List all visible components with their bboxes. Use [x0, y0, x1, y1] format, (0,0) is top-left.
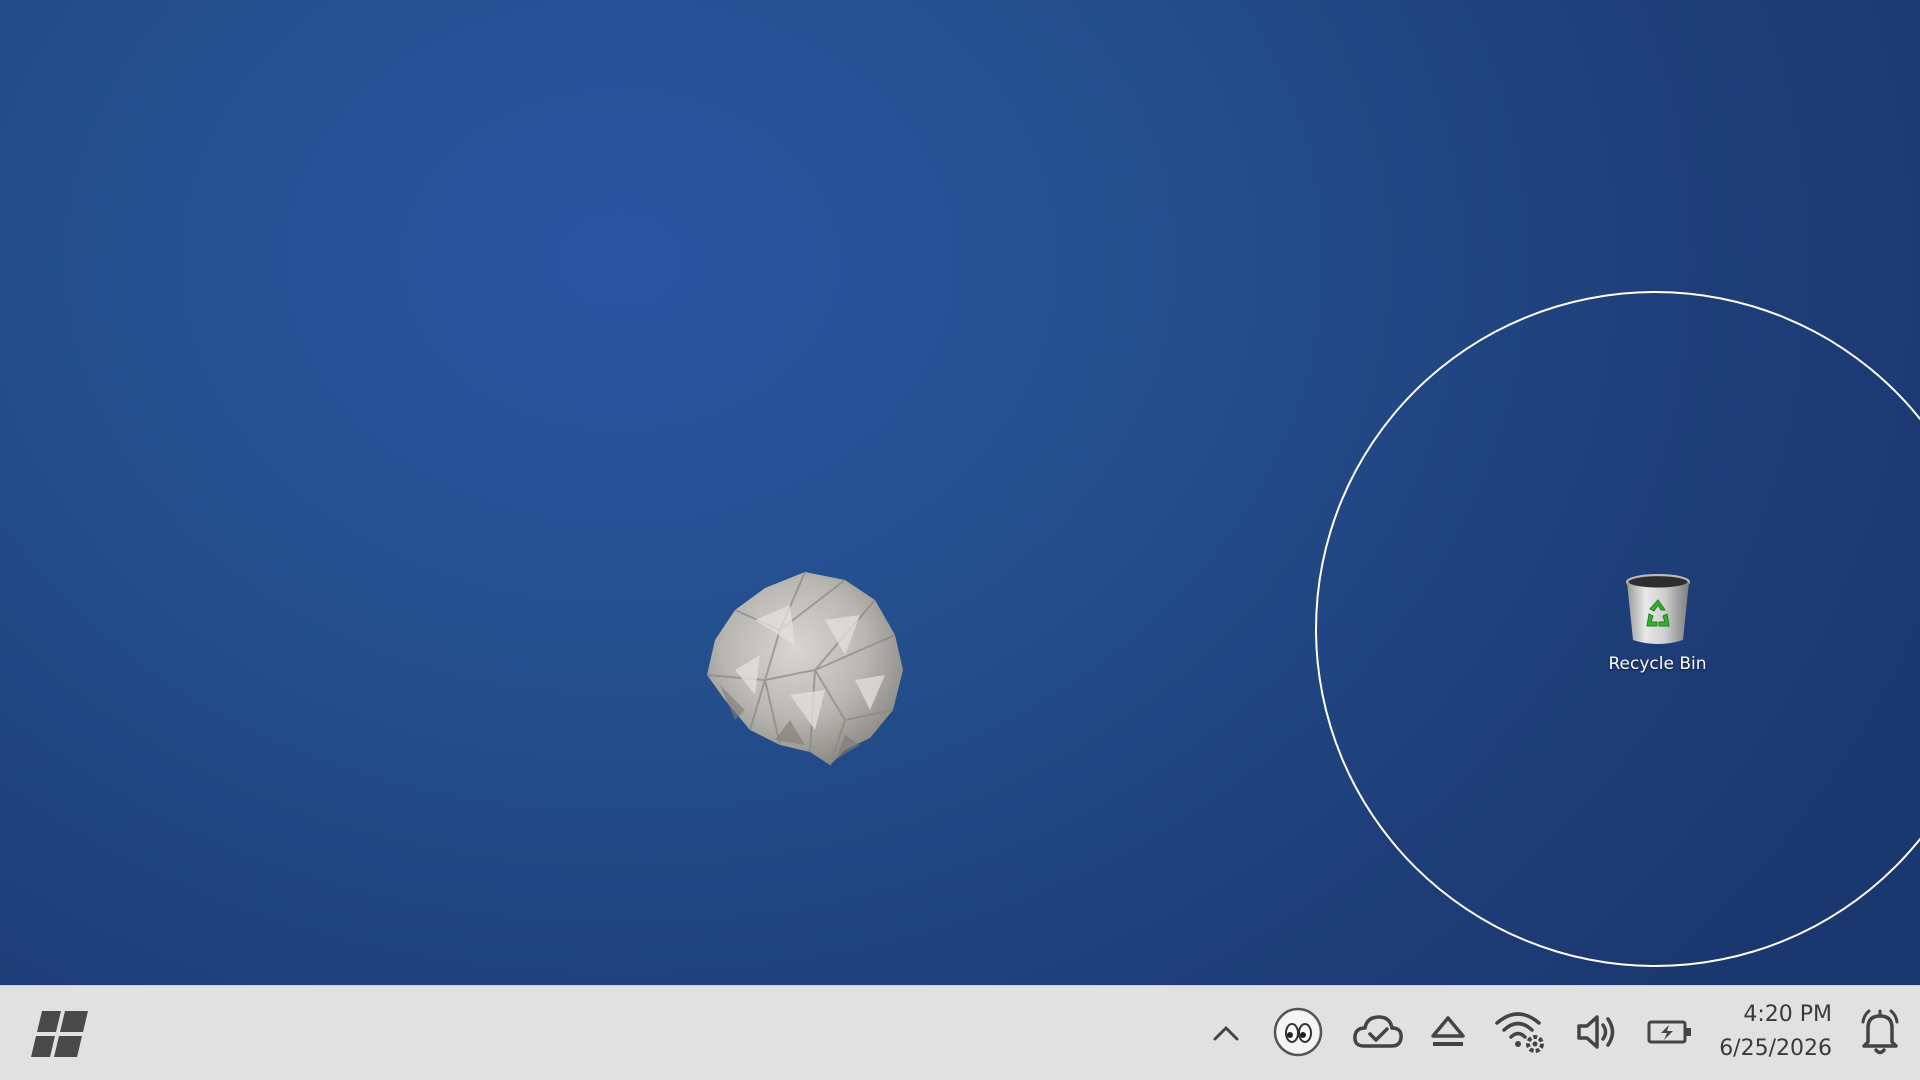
network-button[interactable]: [1490, 1002, 1552, 1062]
safely-remove-hardware-button[interactable]: [1425, 1004, 1471, 1060]
wifi-settings-icon: [1494, 1009, 1548, 1055]
show-hidden-icons-button[interactable]: [1206, 1008, 1246, 1058]
recycle-bin-shortcut[interactable]: Recycle Bin: [1600, 572, 1715, 674]
clock-date: 6/25/2026: [1719, 1036, 1832, 1061]
crumpled-paper-ball-icon[interactable]: [695, 560, 910, 770]
notification-bell-icon: [1858, 1008, 1902, 1056]
eyes-app-icon: [1272, 1006, 1324, 1058]
volume-button[interactable]: [1570, 1004, 1624, 1060]
recycle-bin-icon: [1621, 572, 1695, 648]
desktop[interactable]: Recycle Bin: [0, 0, 1920, 985]
clock-button[interactable]: 4:20 PM 6/25/2026: [1700, 998, 1832, 1068]
start-button[interactable]: [24, 1006, 94, 1062]
speaker-volume-icon: [1575, 1012, 1619, 1052]
taskbar: 4:20 PM 6/25/2026: [0, 985, 1920, 1080]
chevron-up-icon: [1212, 1024, 1240, 1042]
battery-charging-icon: [1647, 1019, 1693, 1045]
tray-app-button[interactable]: [1270, 1002, 1326, 1062]
notifications-button[interactable]: [1852, 1000, 1908, 1064]
cloud-sync-check-icon: [1352, 1012, 1404, 1052]
battery-button[interactable]: [1640, 1004, 1700, 1060]
clock-time: 4:20 PM: [1743, 1002, 1832, 1027]
recycle-bin-label: Recycle Bin: [1608, 654, 1707, 674]
eject-icon: [1430, 1014, 1466, 1050]
windows-logo-icon: [28, 1009, 90, 1059]
cloud-sync-button[interactable]: [1348, 1004, 1408, 1060]
